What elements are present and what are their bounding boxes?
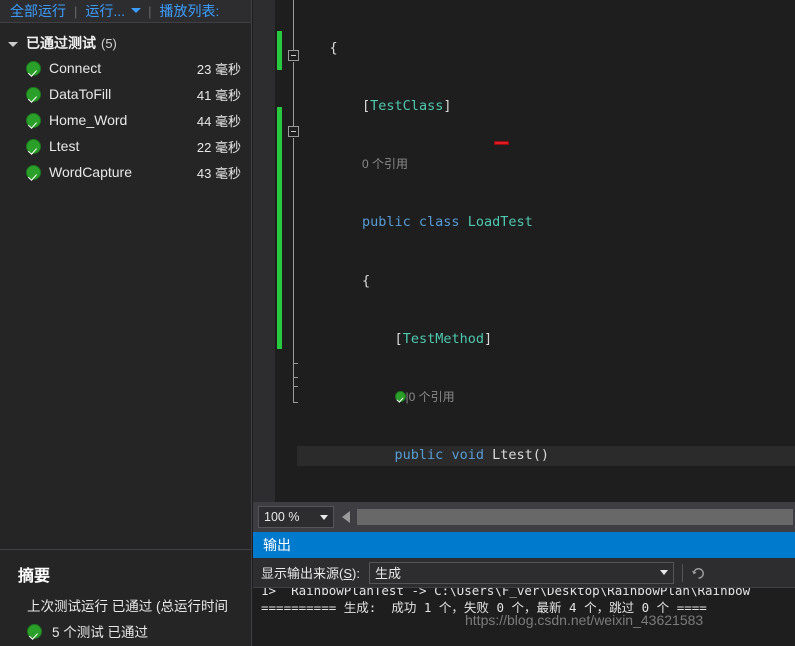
- code-line: {: [329, 39, 338, 56]
- outlining-column: [288, 0, 299, 502]
- horizontal-scroll-thumb[interactable]: [357, 509, 793, 525]
- watermark-text: https://blog.csdn.net/weixin_43621583: [465, 612, 704, 628]
- test-passed-icon: [26, 60, 41, 76]
- output-source-value: 生成: [374, 566, 401, 581]
- code-editor-pane: { [TestClass] 0 个引用 public class LoadTes…: [253, 0, 795, 646]
- test-duration: 22 毫秒: [196, 139, 241, 155]
- summary-passed-text: 5 个测试 已通过: [52, 625, 149, 640]
- toolbar-divider-2: |: [148, 3, 152, 19]
- code-text[interactable]: { [TestClass] 0 个引用 public class LoadTes…: [297, 0, 795, 502]
- test-name: Home_Word: [49, 112, 128, 128]
- test-duration: 44 毫秒: [196, 113, 241, 129]
- run-all-button[interactable]: 全部运行: [9, 4, 67, 18]
- test-passed-icon: [26, 86, 41, 102]
- test-name: Connect: [49, 60, 102, 76]
- scroll-left-arrow-icon[interactable]: [342, 511, 350, 523]
- test-passed-icon: [26, 164, 41, 180]
- output-tab-bar[interactable]: 输出: [253, 532, 795, 558]
- test-summary-panel: 摘要 上次测试运行 已通过 (总运行时间 5 个测试 已通过: [0, 549, 251, 646]
- test-passed-icon: [26, 112, 41, 128]
- output-toolbar: 显示输出来源(S): 生成: [253, 558, 795, 588]
- summary-passed-row: 5 个测试 已通过: [27, 621, 251, 641]
- test-group-label: 已通过测试: [26, 35, 96, 51]
- test-explorer-toolbar: 全部运行 | 运行... | 播放列表:: [0, 0, 251, 23]
- code-line-current: public void Ltest(): [297, 446, 795, 466]
- test-explorer-panel: 全部运行 | 运行... | 播放列表: 已通过测试 (5) Connect 2…: [0, 0, 252, 646]
- test-group-count: (5): [101, 35, 117, 51]
- test-name: WordCapture: [49, 164, 133, 180]
- test-group-passed[interactable]: 已通过测试 (5): [0, 31, 251, 55]
- codelens-text: 0 个引用: [408, 390, 455, 405]
- test-tree-empty-space: [0, 185, 251, 549]
- test-duration: 43 毫秒: [196, 165, 241, 181]
- code-lens-reference[interactable]: 0 个引用: [297, 155, 795, 174]
- test-duration: 41 毫秒: [196, 87, 241, 103]
- test-name: Ltest: [49, 138, 80, 154]
- test-duration: 23 毫秒: [196, 61, 241, 77]
- output-source-label: 显示输出来源(S):: [261, 566, 360, 581]
- output-line: 1> RainbowPlanTest -> C:\Users\F_ver\Des…: [261, 588, 751, 598]
- chevron-down-icon[interactable]: [320, 514, 328, 520]
- code-lens-test-status[interactable]: |0 个引用: [297, 388, 795, 407]
- codelens-passed-icon[interactable]: [394, 391, 406, 403]
- playlist-button[interactable]: 播放列表:: [158, 4, 220, 18]
- run-dropdown-button[interactable]: 运行...: [84, 4, 126, 18]
- summary-passed-icon: [27, 623, 42, 639]
- codelens-text: 0 个引用: [362, 157, 409, 172]
- test-row[interactable]: Home_Word 44 毫秒: [0, 107, 251, 133]
- zoom-level-value: 100 %: [264, 510, 300, 524]
- test-row[interactable]: DataToFill 41 毫秒: [0, 81, 251, 107]
- code-line: {: [362, 272, 371, 289]
- output-panel: 输出 显示输出来源(S): 生成 1> RainbowPlanTest -> C…: [253, 532, 795, 646]
- expand-triangle-icon[interactable]: [8, 41, 18, 47]
- output-source-select[interactable]: 生成: [368, 561, 674, 584]
- code-line: [TestMethod]: [394, 330, 493, 347]
- test-name: DataToFill: [49, 86, 112, 102]
- summary-last-run: 上次测试运行 已通过 (总运行时间: [27, 599, 228, 614]
- editor-bottom-scroll-bar[interactable]: 100 %: [253, 502, 795, 532]
- test-row[interactable]: WordCapture 43 毫秒: [0, 159, 251, 185]
- clear-output-icon[interactable]: [689, 563, 709, 583]
- toolbar-divider: [681, 563, 683, 582]
- editor-indicator-margin[interactable]: [253, 0, 275, 502]
- toolbar-divider-1: |: [74, 3, 78, 19]
- code-editor-body[interactable]: { [TestClass] 0 个引用 public class LoadTes…: [253, 0, 795, 502]
- chevron-down-icon[interactable]: [131, 8, 142, 13]
- test-tree: 已通过测试 (5) Connect 23 毫秒 DataToFill 41 毫秒…: [0, 23, 251, 185]
- test-row[interactable]: Connect 23 毫秒: [0, 55, 251, 81]
- test-row[interactable]: Ltest 22 毫秒: [0, 133, 251, 159]
- chevron-down-icon[interactable]: [659, 570, 668, 575]
- change-bar: [277, 107, 282, 349]
- tab-output[interactable]: 输出: [263, 535, 291, 555]
- code-line: public class LoadTest: [362, 214, 533, 231]
- summary-title: 摘要: [18, 568, 51, 585]
- code-line: [TestClass]: [362, 98, 452, 115]
- output-text-area[interactable]: 1> RainbowPlanTest -> C:\Users\F_ver\Des…: [253, 588, 795, 646]
- test-passed-icon: [26, 138, 41, 154]
- zoom-level-combobox[interactable]: 100 %: [258, 506, 334, 528]
- error-underline-marker: [494, 141, 509, 145]
- visual-studio-window: 全部运行 | 运行... | 播放列表: 已通过测试 (5) Connect 2…: [0, 0, 795, 646]
- change-bar: [277, 31, 282, 70]
